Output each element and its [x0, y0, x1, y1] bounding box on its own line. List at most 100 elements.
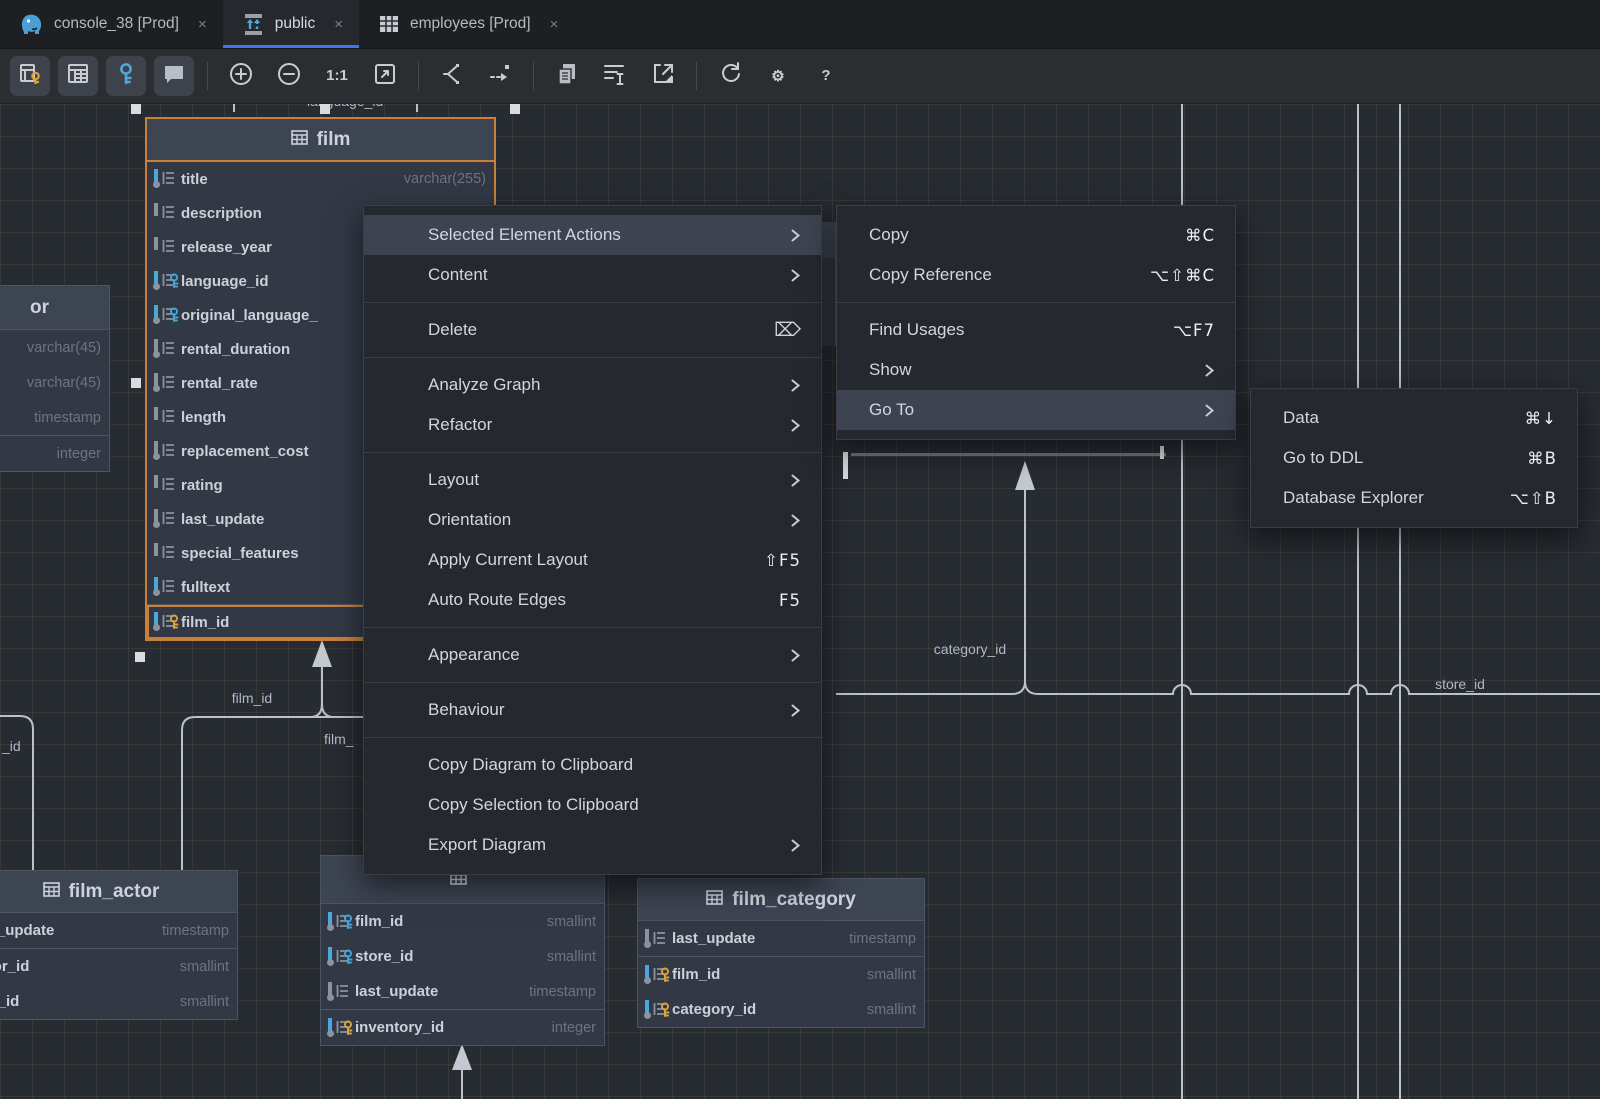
column-row-hidden[interactable]: varchar(45)	[0, 365, 109, 400]
menu-separator	[364, 357, 821, 358]
export-diagram-button[interactable]	[643, 56, 683, 96]
menu-item-find-usages[interactable]: Find Usages⌥F7	[837, 310, 1235, 350]
menu-item-go-to[interactable]: Go To	[837, 390, 1235, 430]
table-inventory[interactable]: film_idsmallintstore_idsmallintlast_upda…	[320, 855, 605, 1046]
menu-item-copy[interactable]: Copy⌘C	[837, 215, 1235, 255]
column-row-hidden[interactable]: timestamp	[0, 400, 109, 435]
menu-item-go-to-ddl[interactable]: Go to DDL⌘B	[1251, 438, 1577, 478]
help-button[interactable]: ?	[806, 56, 846, 96]
menu-item-copy-selection-to-clipboard[interactable]: Copy Selection to Clipboard	[364, 785, 821, 825]
merge-edges-button[interactable]	[432, 56, 472, 96]
menu-item-content[interactable]: Content	[364, 255, 821, 295]
shortcut: ⌥⇧⌘C	[1150, 266, 1215, 285]
menu-item-data[interactable]: Data⌘↓	[1251, 398, 1577, 438]
column-row-inventory_id[interactable]: inventory_idinteger	[321, 1010, 604, 1045]
tab-employees-prod-[interactable]: employees [Prod]×	[359, 0, 574, 48]
selection-tick	[843, 452, 848, 479]
close-icon[interactable]: ×	[550, 16, 559, 33]
table-header[interactable]: film_actor	[0, 871, 237, 913]
menu-item-appearance[interactable]: Appearance	[364, 635, 821, 675]
menu-item-layout[interactable]: Layout	[364, 460, 821, 500]
toolbar-separator	[696, 62, 697, 90]
menu-item-export-diagram[interactable]: Export Diagram	[364, 825, 821, 865]
menu-item-selected-element-actions[interactable]: Selected Element Actions	[364, 215, 821, 255]
chevron-right-icon	[790, 703, 801, 718]
menu-separator	[364, 682, 821, 683]
menu-item-copy-diagram-to-clipboard[interactable]: Copy Diagram to Clipboard	[364, 745, 821, 785]
menu-item-delete[interactable]: Delete⌦	[364, 310, 821, 350]
chevron-right-icon	[790, 378, 801, 393]
column-row-film_id[interactable]: film_idsmallint	[0, 984, 237, 1019]
refresh-button[interactable]	[710, 56, 750, 96]
table-grid-icon	[291, 129, 308, 151]
table-film_category[interactable]: film_categorylast_updatetimestampfilm_id…	[637, 878, 925, 1028]
toolbar-separator	[207, 62, 208, 90]
column-icon	[644, 965, 672, 985]
fit-content-icon	[372, 61, 398, 92]
keys-toggle-button[interactable]	[106, 56, 146, 96]
chevron-right-icon	[1204, 403, 1215, 418]
chevron-right-icon	[790, 228, 801, 243]
column-details-toggle-button[interactable]	[10, 56, 50, 96]
column-row-last_update[interactable]: last_updatetimestamp	[321, 974, 604, 1009]
menu-item-auto-route-edges[interactable]: Auto Route EdgesF5	[364, 580, 821, 620]
tab-console-38-prod-[interactable]: console_38 [Prod]×	[0, 0, 223, 48]
key-icon	[113, 61, 139, 92]
column-row-category_id[interactable]: category_idsmallint	[638, 992, 924, 1027]
menu-item-orientation[interactable]: Orientation	[364, 500, 821, 540]
column-row-last_update[interactable]: last_updatetimestamp	[638, 921, 924, 956]
jump-to-button[interactable]	[480, 56, 520, 96]
table-key-icon	[17, 61, 43, 92]
table-actor_partial[interactable]: orvarchar(45)varchar(45)timestampinteger	[0, 285, 110, 472]
zoom-in-button[interactable]	[221, 56, 261, 96]
submenu-selected-element-actions: Copy⌘CCopy Reference⌥⇧⌘C Find Usages⌥F7Sh…	[836, 205, 1236, 440]
menu-item-show[interactable]: Show	[837, 350, 1235, 390]
menu-item-copy-reference[interactable]: Copy Reference⌥⇧⌘C	[837, 255, 1235, 295]
zoom-out-button[interactable]	[269, 56, 309, 96]
settings-button[interactable]: ⚙	[758, 56, 798, 96]
table-name: or	[30, 297, 49, 319]
menu-item-refactor[interactable]: Refactor	[364, 405, 821, 445]
column-row-store_id[interactable]: store_idsmallint	[321, 939, 604, 974]
menu-item-analyze-graph[interactable]: Analyze Graph	[364, 365, 821, 405]
table-header[interactable]: film_category	[638, 879, 924, 921]
comments-toggle-button[interactable]	[154, 56, 194, 96]
close-icon[interactable]: ×	[334, 16, 343, 33]
column-icon	[327, 912, 355, 932]
comment-icon	[161, 61, 187, 92]
shortcut: ⌘C	[1185, 226, 1215, 245]
close-icon[interactable]: ×	[198, 16, 207, 33]
resize-handle[interactable]	[131, 104, 141, 114]
column-row-title[interactable]: titlevarchar(255)	[147, 162, 494, 196]
copy-diagram-button[interactable]	[547, 56, 587, 96]
gear-icon: ⚙	[771, 67, 784, 86]
chevron-right-icon	[790, 473, 801, 488]
column-icon	[644, 1000, 672, 1020]
column-row-film_id[interactable]: film_idsmallint	[638, 957, 924, 992]
resize-handle[interactable]	[510, 104, 520, 114]
menu-item-apply-current-layout[interactable]: Apply Current Layout⇧F5	[364, 540, 821, 580]
column-row-last_update[interactable]: last_updatetimestamp	[0, 913, 237, 948]
tab-public[interactable]: public×	[223, 0, 359, 48]
resize-handle[interactable]	[131, 378, 141, 388]
menu-item-database-explorer[interactable]: Database Explorer⌥⇧B	[1251, 478, 1577, 518]
resize-handle[interactable]	[135, 652, 145, 662]
fit-content-button[interactable]	[365, 56, 405, 96]
actual-size-button[interactable]: 1:1	[317, 56, 357, 96]
table-header[interactable]: film	[147, 119, 494, 162]
table-grid-icon	[43, 881, 60, 903]
edit-properties-button[interactable]	[595, 56, 635, 96]
menu-separator	[364, 627, 821, 628]
column-row-actor_id[interactable]: actor_idsmallint	[0, 949, 237, 984]
table-film_actor[interactable]: film_actorlast_updatetimestampactor_idsm…	[0, 870, 238, 1020]
resize-handle[interactable]	[320, 104, 330, 114]
table-name: film	[317, 129, 351, 151]
column-row-hidden[interactable]: integer	[0, 436, 109, 471]
chevron-right-icon	[790, 648, 801, 663]
menu-item-behaviour[interactable]: Behaviour	[364, 690, 821, 730]
jump-arrow-icon	[487, 61, 513, 92]
table-header[interactable]: or	[0, 286, 109, 330]
column-row-hidden[interactable]: varchar(45)	[0, 330, 109, 365]
column-row-film_id[interactable]: film_idsmallint	[321, 904, 604, 939]
columns-toggle-button[interactable]	[58, 56, 98, 96]
